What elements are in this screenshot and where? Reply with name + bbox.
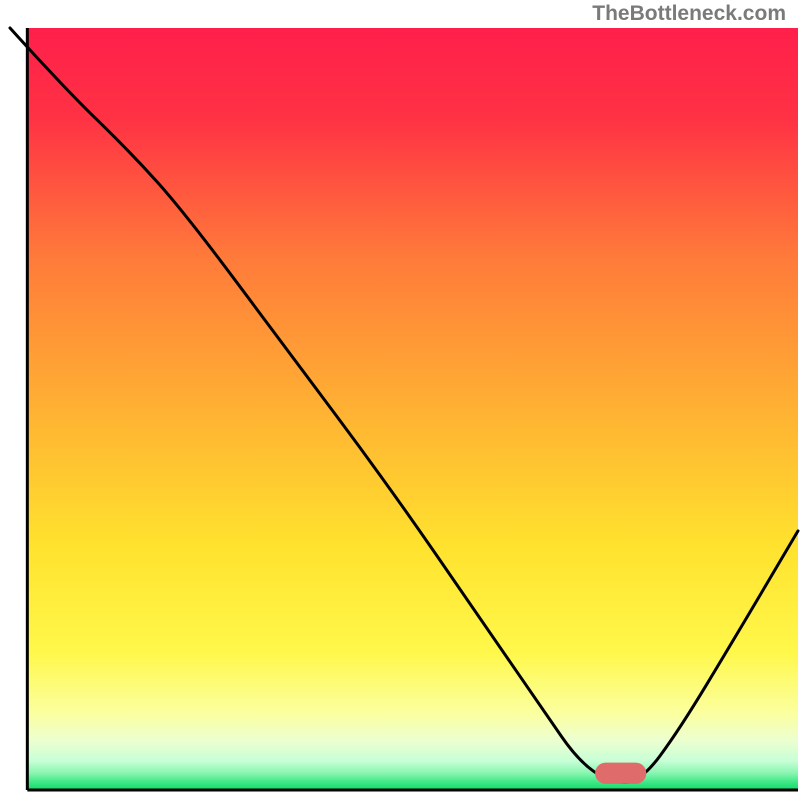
chart-container: TheBottleneck.com [0, 0, 800, 800]
optimal-zone-marker [595, 763, 646, 784]
plot-background [27, 28, 798, 790]
bottleneck-chart [0, 0, 800, 800]
